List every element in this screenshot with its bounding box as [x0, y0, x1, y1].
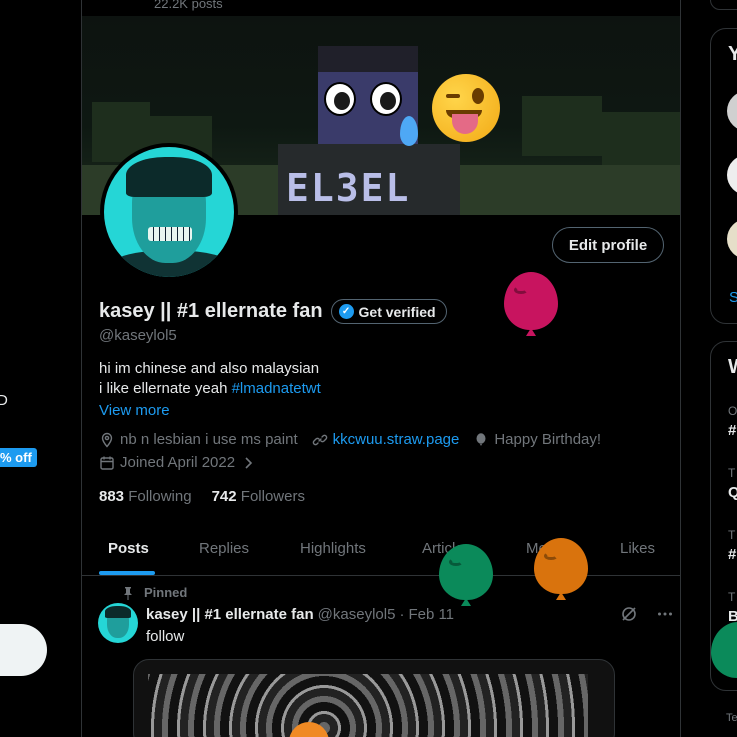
- active-tab-indicator: [99, 571, 155, 575]
- pinned-indicator: Pinned: [122, 585, 187, 600]
- post-header: kasey || #1 ellernate fan @kaseylol5 · F…: [146, 606, 454, 623]
- tab-likes[interactable]: Likes: [620, 540, 655, 557]
- follow-counts: 883 Following 742 Followers: [99, 488, 305, 505]
- post-count: 22.2K posts: [154, 0, 223, 11]
- location-text: nb n lesbian i use ms paint: [120, 431, 298, 448]
- banner-character-hat: [318, 46, 418, 72]
- get-verified-button[interactable]: ✓ Get verified: [330, 299, 447, 324]
- profile-meta: nb n lesbian i use ms paint kkcwuu.straw…: [99, 431, 601, 448]
- following-label: Following: [128, 488, 192, 505]
- trend-meta: T: [728, 466, 736, 480]
- view-more-link[interactable]: View more: [99, 402, 170, 419]
- post-separator: ·: [399, 606, 405, 623]
- birthday-item: Happy Birthday!: [473, 431, 601, 448]
- card-title: W: [728, 356, 737, 379]
- followers-count: 742: [211, 488, 237, 505]
- trend-meta: T: [728, 528, 736, 542]
- profile-column: 22.2K posts EL3EL Edit profile kasey || …: [81, 0, 681, 737]
- pin-icon: [124, 586, 132, 600]
- suggested-user-avatar[interactable]: [727, 219, 737, 259]
- website-item: kkcwuu.straw.page: [312, 431, 460, 448]
- bio-line: hi im chinese and also malaysian: [99, 360, 320, 377]
- winking-tongue-emoji-icon: [432, 74, 500, 142]
- trend-meta: T: [728, 590, 736, 604]
- edit-profile-button[interactable]: Edit profile: [552, 227, 664, 263]
- post-date[interactable]: Feb 11: [408, 606, 454, 623]
- post-actions: [620, 605, 674, 623]
- post-author-handle[interactable]: @kaseylol5: [318, 606, 396, 623]
- grok-icon[interactable]: [620, 605, 638, 623]
- bio-hashtag-link[interactable]: #lmadnatetwt: [232, 380, 321, 397]
- get-verified-label: Get verified: [358, 303, 436, 320]
- tab-highlights[interactable]: Highlights: [300, 540, 366, 557]
- suggested-user-avatar[interactable]: [727, 91, 737, 131]
- profile-bio: hi im chinese and also malaysian i like …: [99, 359, 321, 399]
- profile-handle: @kaseylol5: [99, 327, 177, 344]
- location-pin-icon: [101, 432, 113, 448]
- right-sidebar: Y S W O # T Q T # T B S Te: [681, 0, 737, 737]
- left-sidebar: D % off: [0, 0, 81, 737]
- joined-text: Joined April 2022: [120, 454, 236, 471]
- trend-meta: O: [728, 404, 737, 418]
- post-text: follow: [146, 628, 185, 645]
- followers-label: Followers: [240, 488, 305, 505]
- name-row: kasey || #1 ellernate fan ✓ Get verified: [99, 299, 447, 324]
- trend-title[interactable]: #: [728, 422, 736, 439]
- more-options-icon[interactable]: [656, 605, 674, 623]
- post-author-name[interactable]: kasey || #1 ellernate fan: [146, 606, 314, 623]
- tear-drop-icon: [400, 116, 418, 146]
- discount-badge[interactable]: % off: [0, 448, 37, 467]
- profile-avatar[interactable]: [100, 143, 238, 281]
- chevron-right-icon: [245, 456, 253, 469]
- joined-item[interactable]: Joined April 2022: [99, 454, 256, 471]
- trend-title[interactable]: Q: [728, 484, 737, 501]
- tab-posts[interactable]: Posts: [108, 540, 149, 557]
- search-card-edge: [710, 0, 737, 10]
- following-count: 883: [99, 488, 125, 505]
- trend-title[interactable]: #: [728, 546, 736, 563]
- display-name: kasey || #1 ellernate fan: [99, 300, 323, 322]
- card-title: Y: [728, 43, 737, 65]
- verified-check-icon: ✓: [338, 304, 354, 319]
- media-pattern: [148, 674, 588, 737]
- location-item: nb n lesbian i use ms paint: [99, 431, 298, 448]
- bio-text: i like ellernate yeah: [99, 380, 232, 397]
- tab-replies[interactable]: Replies: [199, 540, 249, 557]
- birthday-balloon-icon: [711, 622, 737, 678]
- followers-link[interactable]: 742 Followers: [212, 488, 305, 505]
- profile-meta-joined: Joined April 2022: [99, 454, 256, 471]
- post-author-avatar[interactable]: [98, 603, 138, 643]
- suggested-user-avatar[interactable]: [727, 155, 737, 195]
- sidebar-partial-label[interactable]: D: [0, 392, 8, 409]
- banner-character-text: EL3EL: [286, 166, 411, 210]
- post-media-image[interactable]: [133, 659, 615, 737]
- birthday-balloon-icon: [534, 538, 588, 600]
- pinned-label: Pinned: [144, 585, 188, 600]
- birthday-text: Happy Birthday!: [494, 431, 602, 448]
- website-link[interactable]: kkcwuu.straw.page: [333, 431, 460, 448]
- following-link[interactable]: 883 Following: [99, 488, 192, 505]
- calendar-icon: [100, 456, 114, 470]
- banner-tree: [522, 96, 602, 156]
- who-to-follow-card: Y S: [710, 28, 737, 324]
- show-more-link[interactable]: S: [729, 289, 737, 306]
- profile-tabs: Posts Replies Highlights Articles Media …: [82, 528, 680, 576]
- balloon-icon: [476, 432, 486, 446]
- footer-links[interactable]: Te: [726, 712, 737, 724]
- post-button[interactable]: [0, 624, 47, 676]
- birthday-balloon-icon: [439, 544, 493, 606]
- bio-line: i like ellernate yeah #lmadnatetwt: [99, 379, 321, 399]
- link-icon: [312, 434, 327, 445]
- birthday-balloon-icon: [504, 272, 558, 336]
